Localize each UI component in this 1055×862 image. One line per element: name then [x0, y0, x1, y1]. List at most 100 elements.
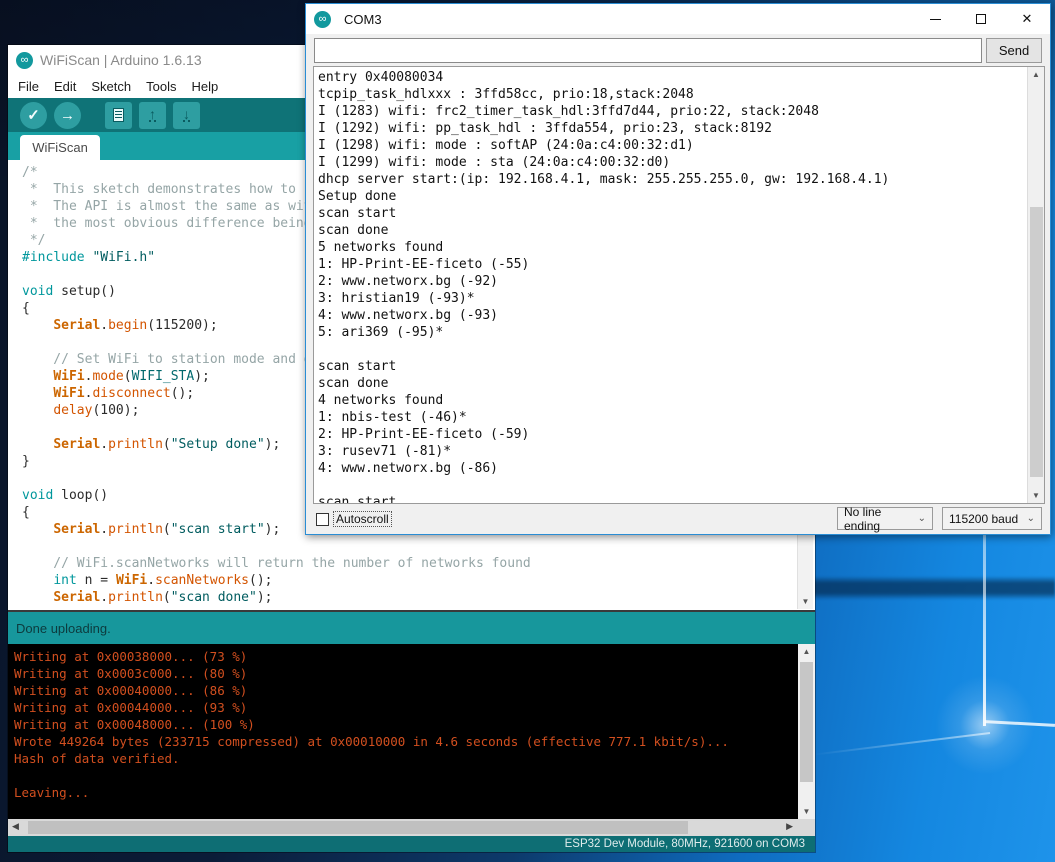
menu-sketch[interactable]: Sketch: [91, 79, 131, 94]
send-button[interactable]: Send: [986, 38, 1042, 63]
serial-output-line: 4: www.networx.bg (-93): [318, 307, 889, 324]
serial-output-line: I (1298) wifi: mode : softAP (24:0a:c4:0…: [318, 137, 889, 154]
monitor-scroll-thumb[interactable]: [1030, 207, 1043, 477]
serial-output-line: scan start: [318, 358, 889, 375]
serial-output-line: I (1283) wifi: frc2_timer_task_hdl:3ffd7…: [318, 103, 889, 120]
serial-output-line: 2: HP-Print-EE-ficeto (-59): [318, 426, 889, 443]
console-horizontal-scrollbar[interactable]: ◀ ▶: [8, 819, 815, 836]
serial-output-line: 5: ari369 (-95)*: [318, 324, 889, 341]
serial-output-line: 3: rusev71 (-81)*: [318, 443, 889, 460]
console-line: Writing at 0x00040000... (86 %): [14, 682, 729, 699]
chevron-down-icon: ⌄: [918, 513, 926, 524]
scroll-right-icon[interactable]: ▶: [786, 821, 793, 832]
menu-tools[interactable]: Tools: [146, 79, 176, 94]
autoscroll-checkbox[interactable]: [316, 513, 329, 526]
serial-output-line: 4: www.networx.bg (-86): [318, 460, 889, 477]
document-icon: [113, 108, 124, 122]
close-button[interactable]: ✕: [1004, 4, 1050, 34]
code-line: [22, 538, 531, 555]
maximize-button[interactable]: [958, 4, 1004, 34]
scroll-up-icon[interactable]: ▲: [1028, 70, 1044, 79]
serial-output-line: tcpip_task_hdlxxx : 3ffd58cc, prio:18,st…: [318, 86, 889, 103]
arduino-logo-icon: ∞: [314, 11, 331, 28]
chevron-down-icon: ⌄: [1027, 513, 1035, 524]
serial-output-line: Setup done: [318, 188, 889, 205]
code-line: Serial.println("scan done");: [22, 589, 531, 606]
arduino-logo-icon: ∞: [16, 52, 33, 69]
code-line: // WiFi.scanNetworks will return the num…: [22, 555, 531, 572]
console-line: Writing at 0x00038000... (73 %): [14, 648, 729, 665]
serial-output-line: I (1299) wifi: mode : sta (24:0a:c4:00:3…: [318, 154, 889, 171]
check-icon: ✓: [27, 106, 40, 124]
close-icon: ✕: [1022, 11, 1033, 27]
baud-rate-value: 115200 baud: [949, 512, 1018, 526]
open-sketch-button[interactable]: ↑: [139, 102, 166, 129]
console-text: Writing at 0x00038000... (73 %)Writing a…: [14, 648, 729, 801]
monitor-vertical-scrollbar[interactable]: ▲ ▼: [1027, 67, 1044, 503]
serial-output-line: dhcp server start:(ip: 192.168.4.1, mask…: [318, 171, 889, 188]
scroll-left-icon[interactable]: ◀: [12, 821, 19, 832]
maximize-icon: [976, 14, 986, 24]
autoscroll-control[interactable]: Autoscroll: [316, 512, 391, 526]
window-controls: ✕: [912, 4, 1050, 34]
monitor-titlebar[interactable]: ∞ COM3 ✕: [306, 4, 1050, 34]
serial-output-area: entry 0x40080034tcpip_task_hdlxxx : 3ffd…: [313, 66, 1045, 504]
menu-file[interactable]: File: [18, 79, 39, 94]
minimize-icon: [930, 19, 941, 20]
tab-wifiscan[interactable]: WiFiScan: [20, 135, 100, 160]
console-line: Leaving...: [14, 784, 729, 801]
console-vertical-scrollbar[interactable]: ▲ ▼: [798, 644, 815, 819]
wallpaper-glow: [935, 675, 1035, 775]
serial-input[interactable]: [314, 38, 982, 63]
monitor-bottom-bar: Autoscroll No line ending ⌄ 115200 baud …: [306, 504, 1050, 534]
upload-status-text: Done uploading.: [16, 621, 111, 636]
ide-status-bar: ESP32 Dev Module, 80MHz, 921600 on COM3: [8, 836, 815, 852]
arrow-down-icon: ↓: [183, 109, 190, 122]
build-console: Writing at 0x00038000... (73 %)Writing a…: [8, 644, 815, 819]
scroll-down-icon[interactable]: ▼: [798, 807, 815, 816]
console-line: Writing at 0x00048000... (100 %): [14, 716, 729, 733]
upload-status-bar: Done uploading.: [8, 610, 815, 644]
minimize-button[interactable]: [912, 4, 958, 34]
scroll-down-icon[interactable]: ▼: [1028, 491, 1044, 500]
serial-output-line: 3: hristian19 (-93)*: [318, 290, 889, 307]
console-line: Writing at 0x0003c000... (80 %): [14, 665, 729, 682]
verify-button[interactable]: ✓: [20, 102, 47, 129]
serial-output-line: 4 networks found: [318, 392, 889, 409]
serial-output-line: 5 networks found: [318, 239, 889, 256]
save-sketch-button[interactable]: ↓: [173, 102, 200, 129]
serial-output-line: 1: HP-Print-EE-ficeto (-55): [318, 256, 889, 273]
serial-output-line: 1: nbis-test (-46)*: [318, 409, 889, 426]
menu-help[interactable]: Help: [191, 79, 218, 94]
wallpaper-dark-band: [813, 576, 1055, 600]
arrow-right-icon: →: [60, 107, 75, 124]
scroll-down-icon[interactable]: ▼: [798, 597, 813, 606]
horizontal-scroll-thumb[interactable]: [28, 821, 688, 834]
serial-output-text: entry 0x40080034tcpip_task_hdlxxx : 3ffd…: [318, 69, 889, 504]
serial-output-line: entry 0x40080034: [318, 69, 889, 86]
console-line: [14, 767, 729, 784]
console-scroll-thumb[interactable]: [800, 662, 813, 782]
ide-window-title: WiFiScan | Arduino 1.6.13: [40, 52, 202, 68]
serial-output-line: scan start: [318, 205, 889, 222]
serial-output-line: scan done: [318, 222, 889, 239]
scroll-up-icon[interactable]: ▲: [798, 647, 815, 656]
arrow-up-icon: ↑: [149, 109, 156, 122]
new-sketch-button[interactable]: [105, 102, 132, 129]
baud-rate-dropdown[interactable]: 115200 baud ⌄: [942, 507, 1042, 530]
console-line: Hash of data verified.: [14, 750, 729, 767]
serial-monitor-window: ∞ COM3 ✕ Send entry 0x40080034tcpip_task…: [305, 3, 1051, 535]
serial-output-line: [318, 477, 889, 494]
console-line: Writing at 0x00044000... (93 %): [14, 699, 729, 716]
monitor-window-title: COM3: [344, 12, 382, 27]
autoscroll-label: Autoscroll: [334, 512, 391, 526]
line-ending-dropdown[interactable]: No line ending ⌄: [837, 507, 933, 530]
serial-output-line: scan start: [318, 494, 889, 504]
line-ending-value: No line ending: [844, 505, 912, 533]
serial-output-line: scan done: [318, 375, 889, 392]
serial-output-line: I (1292) wifi: pp_task_hdl : 3ffda554, p…: [318, 120, 889, 137]
serial-output-line: [318, 341, 889, 358]
upload-button[interactable]: →: [54, 102, 81, 129]
menu-edit[interactable]: Edit: [54, 79, 76, 94]
code-line: int n = WiFi.scanNetworks();: [22, 572, 531, 589]
